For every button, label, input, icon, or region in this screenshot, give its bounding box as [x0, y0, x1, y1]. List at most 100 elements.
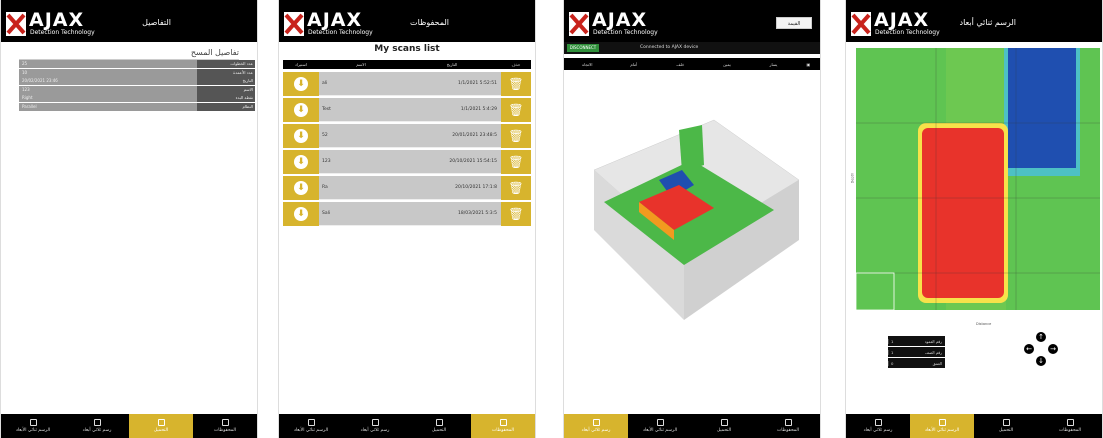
details-key: عدد الأعمدة — [197, 68, 255, 77]
scan-date: 20/10/2021 15:54:15 — [449, 159, 497, 164]
info-value: 0 — [888, 360, 902, 366]
trash-icon: 🗑 — [508, 155, 524, 169]
screenshot-collage: AJAX Detection Technology التفاصيل تفاصي… — [0, 0, 1103, 438]
nav-3d-plot[interactable]: رسم ثلاثي أبعاد — [65, 414, 129, 438]
nav-upload[interactable]: التحميل — [974, 414, 1038, 438]
delete-button[interactable]: 🗑 — [501, 202, 531, 226]
delete-button[interactable]: 🗑 — [501, 98, 531, 122]
nav-2d-plot[interactable]: الرسم ثنائي الأبعاد — [1, 414, 65, 438]
arrow-up-icon[interactable]: ↑ — [1036, 332, 1046, 342]
logo-mark-icon — [284, 12, 304, 36]
bottom-nav: الرسم ثنائي الأبعاد رسم ثلاثي أبعاد التح… — [1, 414, 257, 438]
y-axis-label: Depth — [850, 172, 855, 184]
info-label: العمق — [932, 360, 942, 366]
load-button[interactable]: ⬇ — [283, 124, 319, 148]
tool-front[interactable]: أمام — [611, 62, 658, 67]
load-button[interactable]: ⬇ — [283, 176, 319, 200]
nav-label: التحميل — [431, 428, 447, 433]
2d-heatmap[interactable] — [856, 48, 1100, 310]
nav-3d-plot[interactable]: رسم ثلاثي أبعاد — [564, 414, 628, 438]
grid-icon — [29, 419, 37, 426]
scan-date: 18/03/2021 5:3:5 — [458, 211, 497, 216]
heatmap-red — [922, 128, 1004, 298]
scan-name: Sali — [322, 211, 331, 216]
trash-icon: 🗑 — [508, 77, 524, 91]
scan-name: 123 — [322, 159, 331, 164]
load-button[interactable]: ⬇ — [283, 98, 319, 122]
page-title: المحفوظات — [410, 18, 449, 27]
nav-2d-plot[interactable]: الرسم ثنائي الأبعاد — [279, 414, 343, 438]
nav-upload[interactable]: التحميل — [692, 414, 756, 438]
logo-text: AJAX — [592, 9, 648, 31]
delete-button[interactable]: 🗑 — [501, 72, 531, 96]
bottom-nav: الرسم ثنائي الأبعاد رسم ثلاثي أبعاد التح… — [279, 414, 535, 438]
delete-button[interactable]: 🗑 — [501, 150, 531, 174]
nav-label: التحميل — [153, 428, 169, 433]
save-icon[interactable]: ▣ — [797, 62, 820, 67]
header-delete: حذف — [511, 62, 521, 67]
nav-saved[interactable]: المحفوظات — [756, 414, 820, 438]
delete-button[interactable]: 🗑 — [501, 176, 531, 200]
details-key: النظام — [197, 102, 255, 111]
tool-left[interactable]: يسار — [750, 62, 797, 67]
delete-button[interactable]: 🗑 — [501, 124, 531, 148]
nav-upload[interactable]: التحميل — [407, 414, 471, 438]
table-row: ⬇ 123 20/10/2021 15:54:15 🗑 — [283, 150, 531, 174]
header-date: التاريخ — [446, 62, 458, 67]
arrow-left-icon[interactable]: ← — [1024, 344, 1034, 354]
surface-ridge — [679, 125, 704, 172]
nav-label: رسم ثلاثي أبعاد — [82, 428, 112, 433]
tool-right[interactable]: يمين — [704, 62, 751, 67]
nav-label: التحميل — [998, 428, 1014, 433]
nav-label: رسم ثلاثي أبعاد — [360, 428, 390, 433]
bottom-nav: رسم ثلاثي أبعاد الرسم ثنائي الأبعاد التح… — [564, 414, 820, 438]
grid-icon — [592, 419, 600, 426]
nav-2d-plot[interactable]: الرسم ثنائي الأبعاد — [628, 414, 692, 438]
nav-upload[interactable]: التحميل — [129, 414, 193, 438]
trash-icon: 🗑 — [508, 181, 524, 195]
list-icon — [784, 419, 792, 426]
nav-label: المحفوظات — [1059, 428, 1081, 433]
header-name: الاسم — [356, 62, 366, 67]
nav-label: المحفوظات — [492, 428, 514, 433]
nav-saved[interactable]: المحفوظات — [1038, 414, 1102, 438]
logo-text: AJAX — [874, 9, 930, 31]
tool-direction[interactable]: الاتجاه — [564, 62, 611, 67]
nav-saved[interactable]: المحفوظات — [471, 414, 535, 438]
load-button[interactable]: ⬇ — [283, 202, 319, 226]
app-bar: AJAX Detection Technology الرسم ثنائي أب… — [846, 5, 1102, 42]
table-row: ⬇ Test 1/1/2021 5:4:29 🗑 — [283, 98, 531, 122]
load-button[interactable]: ⬇ — [283, 72, 319, 96]
details-row: Parallel النظام — [19, 102, 255, 111]
nav-saved[interactable]: المحفوظات — [193, 414, 257, 438]
grid-icon — [938, 419, 946, 426]
load-button[interactable]: ⬇ — [283, 150, 319, 174]
tool-back[interactable]: خلف — [657, 62, 704, 67]
grid-icon — [874, 419, 882, 426]
logo-text: AJAX — [29, 9, 85, 31]
nav-3d-plot[interactable]: رسم ثلاثي أبعاد — [343, 414, 407, 438]
scan-name: ali — [322, 81, 328, 86]
download-icon: ⬇ — [294, 129, 308, 143]
nav-label: الرسم ثنائي الأبعاد — [924, 428, 960, 433]
grid-icon — [307, 419, 315, 426]
details-value: 20/02/2021 23:46 — [19, 77, 197, 85]
nav-label: المحفوظات — [214, 428, 236, 433]
arrow-right-icon[interactable]: → — [1048, 344, 1058, 354]
scan-date: 1/1/2021 5:4:29 — [460, 107, 497, 112]
nav-3d-plot[interactable]: رسم ثلاثي أبعاد — [846, 414, 910, 438]
page-title: الرسم ثنائي أبعاد — [959, 18, 1016, 27]
logo-mark-icon — [569, 12, 589, 36]
grid-icon — [93, 419, 101, 426]
2d-plot-screen: AJAX Detection Technology الرسم ثنائي أب… — [845, 0, 1103, 438]
nav-label: رسم ثلاثي أبعاد — [581, 428, 611, 433]
header-load: استيراد — [295, 62, 307, 67]
disconnect-button[interactable]: DISCONNECT — [567, 44, 599, 52]
section-title: تفاصيل المسح — [19, 48, 239, 60]
nav-2d-plot[interactable]: الرسم ثنائي الأبعاد — [910, 414, 974, 438]
details-screen: AJAX Detection Technology التفاصيل تفاصي… — [0, 0, 258, 438]
3d-surface-plot[interactable] — [574, 90, 814, 330]
nav-label: الرسم ثنائي الأبعاد — [293, 428, 329, 433]
value-button[interactable]: القيمة — [776, 17, 812, 29]
arrow-down-icon[interactable]: ↓ — [1036, 356, 1046, 366]
